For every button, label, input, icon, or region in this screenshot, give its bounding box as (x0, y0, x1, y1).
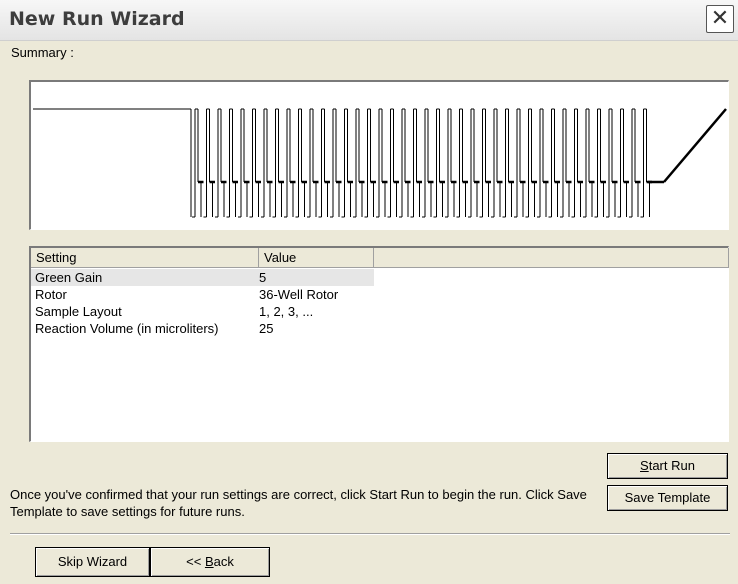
wizard-nav-bar: Skip Wizard << Back (35, 547, 270, 577)
start-run-button[interactable]: Start Run (607, 453, 728, 479)
close-icon: ✕ (710, 5, 730, 30)
start-run-mnemonic: S (640, 458, 649, 473)
summary-label: Summary : (11, 45, 74, 60)
value-cell: 25 (259, 321, 274, 336)
save-template-button[interactable]: Save Template (607, 485, 728, 511)
setting-cell: Reaction Volume (in microliters) (35, 321, 219, 336)
table-header: Setting Value (31, 248, 729, 269)
back-button[interactable]: << Back (150, 547, 270, 577)
close-button[interactable]: ✕ (706, 5, 734, 33)
value-cell: 5 (255, 269, 374, 286)
table-row[interactable]: Sample Layout 1, 2, 3, ... (31, 303, 729, 320)
settings-table[interactable]: Setting Value Green Gain 5 Rotor 36-Well Ro… (29, 246, 729, 442)
setting-cell: Rotor (35, 287, 67, 302)
melt-ramp (663, 108, 727, 183)
back-mnemonic: B (204, 554, 214, 569)
value-cell: 36-Well Rotor (259, 287, 339, 302)
skip-wizard-label: Skip Wizard (57, 554, 128, 569)
window-title: New Run Wizard (9, 8, 185, 30)
back-rest: ack (213, 554, 234, 569)
value-cell: 1, 2, 3, ... (259, 304, 314, 319)
table-row[interactable]: Reaction Volume (in microliters) 25 (31, 320, 729, 337)
column-header-value[interactable]: Value (259, 248, 374, 268)
footer-divider (10, 533, 730, 535)
save-template-label: Save Template (624, 490, 711, 505)
column-header-setting[interactable]: Setting (31, 248, 259, 268)
title-bar: New Run Wizard ✕ (0, 0, 738, 41)
instructions-text: Once you've confirmed that your run sett… (10, 487, 587, 519)
table-row[interactable]: Rotor 36-Well Rotor (31, 286, 729, 303)
column-header-filler (374, 248, 729, 268)
setting-cell: Sample Layout (35, 304, 122, 319)
skip-wizard-button[interactable]: Skip Wizard (35, 547, 150, 577)
back-prefix: << (186, 554, 205, 569)
run-profile-graph (33, 108, 727, 218)
table-row[interactable]: Green Gain 5 (31, 269, 729, 286)
setting-cell: Green Gain (31, 269, 259, 286)
start-run-label: tart Run (648, 458, 695, 473)
run-profile-chart (29, 80, 729, 230)
